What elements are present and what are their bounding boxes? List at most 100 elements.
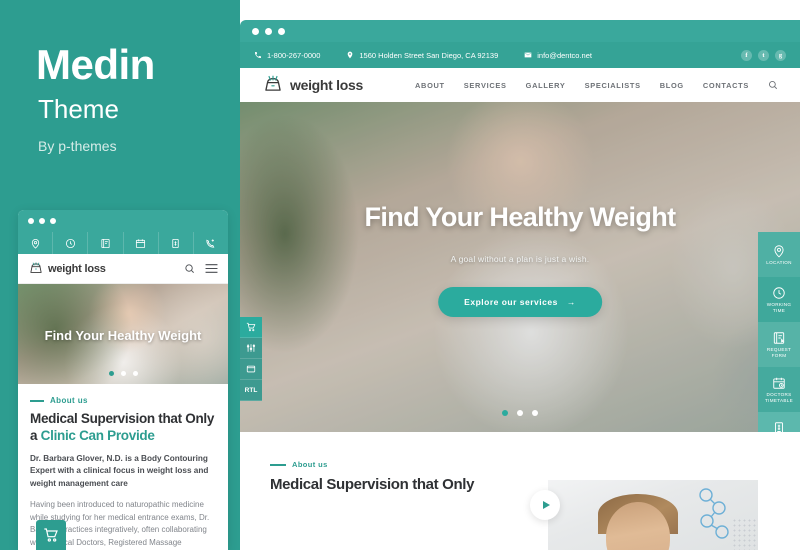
explore-services-button[interactable]: Explore our services →: [438, 287, 602, 317]
mobile-hero-title: Find Your Healthy Weight: [44, 328, 202, 343]
twitter-icon[interactable]: t: [758, 49, 769, 61]
rail-item-doctors-timetable[interactable]: DOCTORS TIMETABLE: [758, 367, 800, 412]
hero-banner: Find Your Healthy Weight A goal without …: [240, 102, 800, 432]
about-section: About us Medical Supervision that Only: [240, 432, 800, 550]
arrow-right-icon: →: [566, 297, 576, 307]
nav-item-blog[interactable]: BLOG: [660, 81, 684, 90]
rail-item-request-form[interactable]: REQUEST FORM: [758, 322, 800, 367]
toolbar-rtl-button[interactable]: RTL: [240, 380, 262, 401]
facebook-icon[interactable]: f: [741, 49, 752, 61]
scale-logo-icon: [30, 261, 42, 273]
main-menu: ABOUT SERVICES GALLERY SPECIALISTS BLOG …: [415, 80, 778, 90]
hero-subtitle: A goal without a plan is just a wish.: [450, 254, 590, 264]
mobile-rail-item-doctors-timetable[interactable]: [124, 232, 159, 254]
mobile-preview-card: weight loss Find Your Healthy Weight Abo…: [18, 210, 228, 550]
topbar-email[interactable]: info@dentco.net: [524, 51, 592, 60]
clock-icon: [773, 287, 785, 299]
cart-icon: [44, 528, 58, 542]
nav-item-specialists[interactable]: SPECIALISTS: [585, 81, 641, 90]
hero-carousel-dot-2[interactable]: [517, 410, 523, 416]
eyebrow-dash-icon: [270, 463, 286, 466]
hero-title: Find Your Healthy Weight: [364, 202, 676, 232]
eyebrow-dash-icon: [30, 399, 44, 402]
site-logo[interactable]: weight loss: [262, 74, 363, 96]
play-icon: [542, 501, 550, 509]
location-pin-icon: [348, 51, 353, 59]
rail-label-working-time: WORKING TIME: [766, 301, 792, 313]
nav-item-services[interactable]: SERVICES: [464, 81, 507, 90]
window-dot-minimize[interactable]: [39, 218, 45, 224]
rail-item-working-time[interactable]: WORKING TIME: [758, 277, 800, 322]
about-image: [548, 480, 758, 550]
mobile-carousel-dot-3[interactable]: [132, 371, 138, 376]
toolbar-layout-button[interactable]: [240, 359, 262, 380]
cart-icon: [246, 322, 256, 332]
mobile-carousel-dots: [18, 371, 228, 376]
nav-item-about[interactable]: ABOUT: [415, 81, 445, 90]
hero-carousel-dot-3[interactable]: [532, 410, 538, 416]
nav-item-gallery[interactable]: GALLERY: [526, 81, 566, 90]
mobile-hero: Find Your Healthy Weight: [18, 284, 228, 384]
topbar-email-text: info@dentco.net: [537, 50, 592, 60]
mobile-about-heading: Medical Supervision that Only a Clinic C…: [30, 411, 216, 445]
window-dot-maximize[interactable]: [278, 27, 285, 35]
mobile-about-lead: Dr. Barbara Glover, N.D. is a Body Conto…: [30, 453, 209, 489]
mobile-service-icon-strip: [18, 232, 228, 254]
mobile-browser-titlebar: [18, 210, 228, 232]
hamburger-icon[interactable]: [205, 263, 218, 274]
topbar-phone-text: 1-800-267-0000: [267, 50, 321, 60]
dot-grid-decoration: [732, 518, 758, 550]
hero-carousel-dots: [240, 410, 800, 416]
window-dot-maximize[interactable]: [50, 218, 56, 224]
mobile-logo-text: weight loss: [48, 262, 106, 275]
cart-button[interactable]: [36, 520, 66, 550]
mobile-rail-item-location[interactable]: [18, 232, 54, 254]
promo-author: By p-themes: [38, 138, 117, 154]
site-navbar: weight loss ABOUT SERVICES GALLERY SPECI…: [240, 68, 800, 102]
desktop-browser-titlebar: [240, 20, 800, 42]
layout-box-icon: [246, 365, 256, 373]
price-tag-icon: [775, 422, 783, 432]
topbar-address[interactable]: 1560 Holden Street San Diego, CA 92139: [346, 51, 498, 60]
rail-label-request-form: REQUEST FORM: [766, 346, 792, 358]
hero-content: Find Your Healthy Weight A goal without …: [240, 102, 800, 432]
window-dot-close[interactable]: [252, 27, 259, 35]
toolbar-settings-button[interactable]: [240, 338, 262, 359]
rail-item-location[interactable]: LOCATION: [758, 232, 800, 277]
mobile-rail-item-emergency-case[interactable]: [194, 232, 228, 254]
about-eyebrow: About us: [270, 460, 800, 469]
mobile-logo[interactable]: weight loss: [28, 261, 106, 277]
mobile-header-actions: [184, 263, 218, 274]
promo-title: Medin: [36, 41, 155, 88]
google-plus-icon[interactable]: g: [775, 49, 786, 61]
mail-icon: [524, 52, 532, 58]
mobile-rail-item-request-form[interactable]: [88, 232, 124, 254]
promo-subtitle: Theme: [38, 94, 119, 124]
toolbar-cart-button[interactable]: [240, 317, 262, 338]
scale-logo-icon: [265, 75, 281, 91]
request-form-icon: [773, 332, 785, 344]
mobile-header: weight loss: [18, 254, 228, 284]
mobile-rail-item-working-time[interactable]: [53, 232, 89, 254]
mobile-carousel-dot-1[interactable]: [108, 371, 114, 376]
play-button[interactable]: [530, 490, 560, 520]
topbar-address-text: 1560 Holden Street San Diego, CA 92139: [359, 50, 499, 60]
search-icon[interactable]: [184, 263, 195, 274]
calendar-clock-icon: [773, 377, 785, 389]
screenshot-root: Medin Theme By p-themes weight loss Find…: [0, 0, 800, 550]
rtl-label: RTL: [244, 386, 258, 394]
window-dot-close[interactable]: [28, 218, 34, 224]
mobile-carousel-dot-2[interactable]: [120, 371, 126, 376]
mobile-rail-item-quick-pricing[interactable]: [159, 232, 194, 254]
settings-sliders-icon: [246, 344, 256, 352]
site-logo-text: weight loss: [290, 77, 363, 93]
window-dot-minimize[interactable]: [265, 27, 272, 35]
topbar-socials: f t g: [741, 49, 786, 61]
search-icon[interactable]: [768, 80, 778, 90]
rail-item-quick-pricing[interactable]: QUICK PRICING: [758, 412, 800, 432]
nav-item-contacts[interactable]: CONTACTS: [703, 81, 749, 90]
rail-label-doctors-timetable: DOCTORS TIMETABLE: [765, 391, 793, 403]
explore-services-label: Explore our services: [464, 297, 558, 307]
topbar-phone[interactable]: 1-800-267-0000: [254, 51, 320, 60]
hero-carousel-dot-1[interactable]: [502, 410, 508, 416]
